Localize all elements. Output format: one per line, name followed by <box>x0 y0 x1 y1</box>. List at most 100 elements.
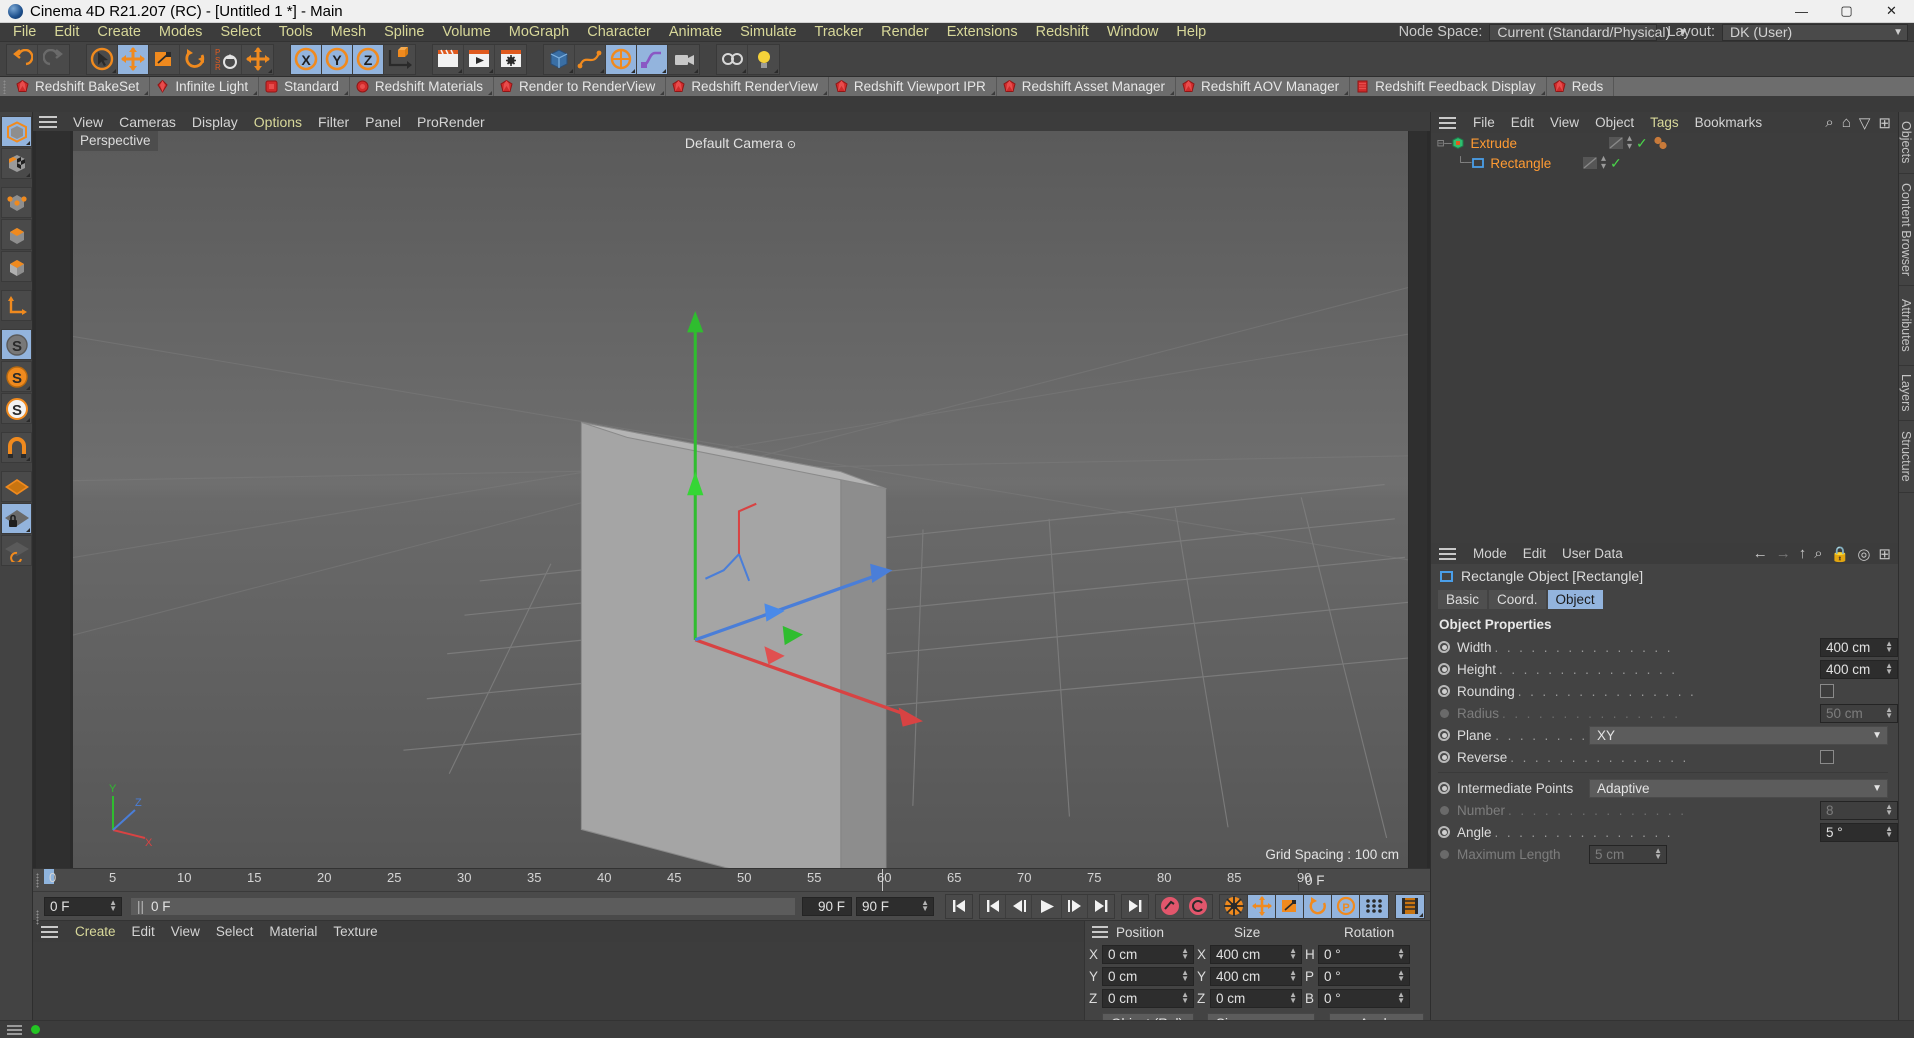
psr-tool-button[interactable]: PSR <box>211 44 242 74</box>
menu-item-window[interactable]: Window <box>1098 23 1168 42</box>
attributes-hamburger-icon[interactable] <box>1439 547 1456 560</box>
back-arrow-icon[interactable]: ← <box>1753 545 1768 562</box>
filter-icon[interactable]: ▽ <box>1859 114 1871 132</box>
width-field[interactable]: 400 cm ▲ ▼ <box>1820 637 1898 657</box>
spinner-icon[interactable]: ▲ ▼ <box>1289 969 1299 983</box>
redshift-tab-aov-manager[interactable]: Redshift AOV Manager <box>1176 77 1351 96</box>
axis-mode-button[interactable] <box>1 290 32 321</box>
menu-item-help[interactable]: Help <box>1167 23 1215 42</box>
menu-item-extensions[interactable]: Extensions <box>938 23 1027 42</box>
magnet-tool-button[interactable] <box>1 432 32 463</box>
redshift-tab-bakeset[interactable]: Redshift BakeSet <box>10 77 151 96</box>
timeline-grip[interactable] <box>33 869 44 891</box>
key-scale-button[interactable] <box>1276 894 1304 918</box>
key-pla-button[interactable]: P <box>1332 894 1360 918</box>
viewport-menu-prorender[interactable]: ProRender <box>409 114 493 130</box>
menu-item-tools[interactable]: Tools <box>270 23 322 42</box>
object-menu-edit[interactable]: Edit <box>1503 115 1542 130</box>
animate-toggle-icon[interactable] <box>1438 729 1450 741</box>
rotation-h-field[interactable]: 0 ° ▲ ▼ <box>1318 944 1410 964</box>
redshift-tab-infinite-light[interactable]: Infinite Light <box>150 77 260 96</box>
add-generator-button[interactable] <box>606 44 637 74</box>
play-forwards-button[interactable] <box>1062 894 1088 918</box>
add-cube-button[interactable] <box>544 44 575 74</box>
render-view-button[interactable] <box>433 44 464 74</box>
menu-item-redshift[interactable]: Redshift <box>1027 23 1098 42</box>
object-tree[interactable]: ⊟─ Extrude ▴ ▾ ✓ └─ Rectangle ▴ ▾ ✓ <box>1431 133 1898 543</box>
viewport-right-rail[interactable] <box>1409 131 1427 868</box>
visibility-dots-icon[interactable] <box>1583 157 1597 169</box>
window-controls[interactable]: — ▢ ✕ <box>1779 0 1914 23</box>
vtab-objects[interactable]: Objects <box>1899 112 1914 174</box>
animate-toggle-icon[interactable] <box>1438 685 1450 697</box>
size-y-field[interactable]: 400 cm ▲ ▼ <box>1210 966 1302 986</box>
menu-item-mesh[interactable]: Mesh <box>322 23 375 42</box>
autokeying-button[interactable] <box>1184 895 1212 918</box>
spinner-icon[interactable]: ▲ ▼ <box>1885 662 1895 676</box>
record-active-objects-button[interactable] <box>1156 894 1184 918</box>
spinner-icon[interactable]: ▲ ▼ <box>1885 640 1895 654</box>
home-icon[interactable]: ⌂ <box>1842 114 1851 131</box>
menu-item-character[interactable]: Character <box>578 23 660 42</box>
object-menu-view[interactable]: View <box>1542 115 1587 130</box>
timeline-filmstrip-button[interactable] <box>1396 894 1424 918</box>
reverse-checkbox[interactable] <box>1820 750 1834 764</box>
spinner-icon[interactable]: ▲ ▼ <box>1289 991 1299 1005</box>
menu-item-file[interactable]: File <box>4 23 45 42</box>
visibility-toggle-icon[interactable]: ▴ ▾ <box>1601 154 1606 172</box>
menu-item-mograph[interactable]: MoGraph <box>500 23 578 42</box>
position-x-field[interactable]: 0 cm ▲ ▼ <box>1102 944 1194 964</box>
timeline-ruler[interactable]: 0 5 10 15 20 25 30 35 40 45 50 55 60 65 … <box>33 868 1430 891</box>
redshift-tab-asset-manager[interactable]: Redshift Asset Manager <box>996 77 1177 96</box>
redshift-tab-renderview[interactable]: Redshift RenderView <box>666 77 829 96</box>
material-menu-texture[interactable]: Texture <box>325 924 385 939</box>
rotation-b-field[interactable]: 0 ° ▲ ▼ <box>1318 988 1410 1008</box>
move-alt-tool-button[interactable] <box>242 45 273 74</box>
vtab-structure[interactable]: Structure <box>1899 421 1914 493</box>
key-parameter-button[interactable] <box>1360 894 1388 918</box>
menu-item-create[interactable]: Create <box>88 23 150 42</box>
intermediate-points-select[interactable]: Adaptive ▼ <box>1589 778 1888 798</box>
vtab-attributes[interactable]: Attributes <box>1899 286 1914 366</box>
enable-axis-button[interactable]: S <box>1 329 32 360</box>
position-y-field[interactable]: 0 cm ▲ ▼ <box>1102 966 1194 986</box>
material-hamburger-icon[interactable] <box>41 925 58 938</box>
spinner-icon[interactable]: ▲ ▼ <box>1181 991 1191 1005</box>
redshift-tab-feedback-display[interactable]: Redshift Feedback Display <box>1350 77 1547 96</box>
viewport-menu-panel[interactable]: Panel <box>357 114 409 130</box>
position-z-field[interactable]: 0 cm ▲ ▼ <box>1102 988 1194 1008</box>
redo-button[interactable] <box>38 45 69 74</box>
texture-mode-button[interactable] <box>1 148 32 179</box>
undo-button[interactable] <box>7 44 38 74</box>
attributes-menu-mode[interactable]: Mode <box>1465 546 1515 561</box>
menu-item-animate[interactable]: Animate <box>660 23 731 42</box>
object-menu-tags[interactable]: Tags <box>1642 115 1687 130</box>
viewport-menu-view[interactable]: View <box>65 114 111 130</box>
viewport-menu-filter[interactable]: Filter <box>310 114 357 130</box>
lock-z-axis-button[interactable]: Z <box>353 44 384 74</box>
node-space-select[interactable]: Current (Standard/Physical) ▼ <box>1489 23 1688 41</box>
object-row-extrude[interactable]: ⊟─ Extrude ▴ ▾ ✓ <box>1431 133 1898 153</box>
material-tag-icon[interactable] <box>1652 136 1670 150</box>
workplane-rotate-button[interactable] <box>1 535 32 566</box>
menu-item-spline[interactable]: Spline <box>375 23 433 42</box>
redshift-bar-grip[interactable] <box>0 77 10 96</box>
search-icon[interactable]: ⌕ <box>1814 545 1822 562</box>
play-backwards-button[interactable] <box>1006 894 1032 918</box>
spinner-icon[interactable]: ▲ ▼ <box>1397 991 1407 1005</box>
visibility-dots-icon[interactable] <box>1609 137 1623 149</box>
size-z-field[interactable]: 0 cm ▲ ▼ <box>1210 988 1302 1008</box>
add-deformer-button[interactable] <box>637 44 668 74</box>
menu-item-tracker[interactable]: Tracker <box>806 23 873 42</box>
spinner-icon[interactable]: ▲ ▼ <box>109 899 119 913</box>
go-to-next-key-button[interactable] <box>1088 895 1114 918</box>
lock-x-axis-button[interactable]: X <box>291 44 322 74</box>
animate-toggle-icon[interactable] <box>1438 826 1450 838</box>
key-rotation-button[interactable] <box>1304 894 1332 918</box>
redshift-tab-render-to-renderview[interactable]: Render to RenderView <box>493 77 667 96</box>
animate-toggle-icon[interactable] <box>1438 751 1450 763</box>
spinner-icon[interactable]: ▲ ▼ <box>1885 825 1895 839</box>
enabled-check-icon[interactable]: ✓ <box>1636 135 1648 152</box>
animate-toggle-icon[interactable] <box>1438 641 1450 653</box>
go-to-previous-key-button[interactable] <box>980 894 1006 918</box>
